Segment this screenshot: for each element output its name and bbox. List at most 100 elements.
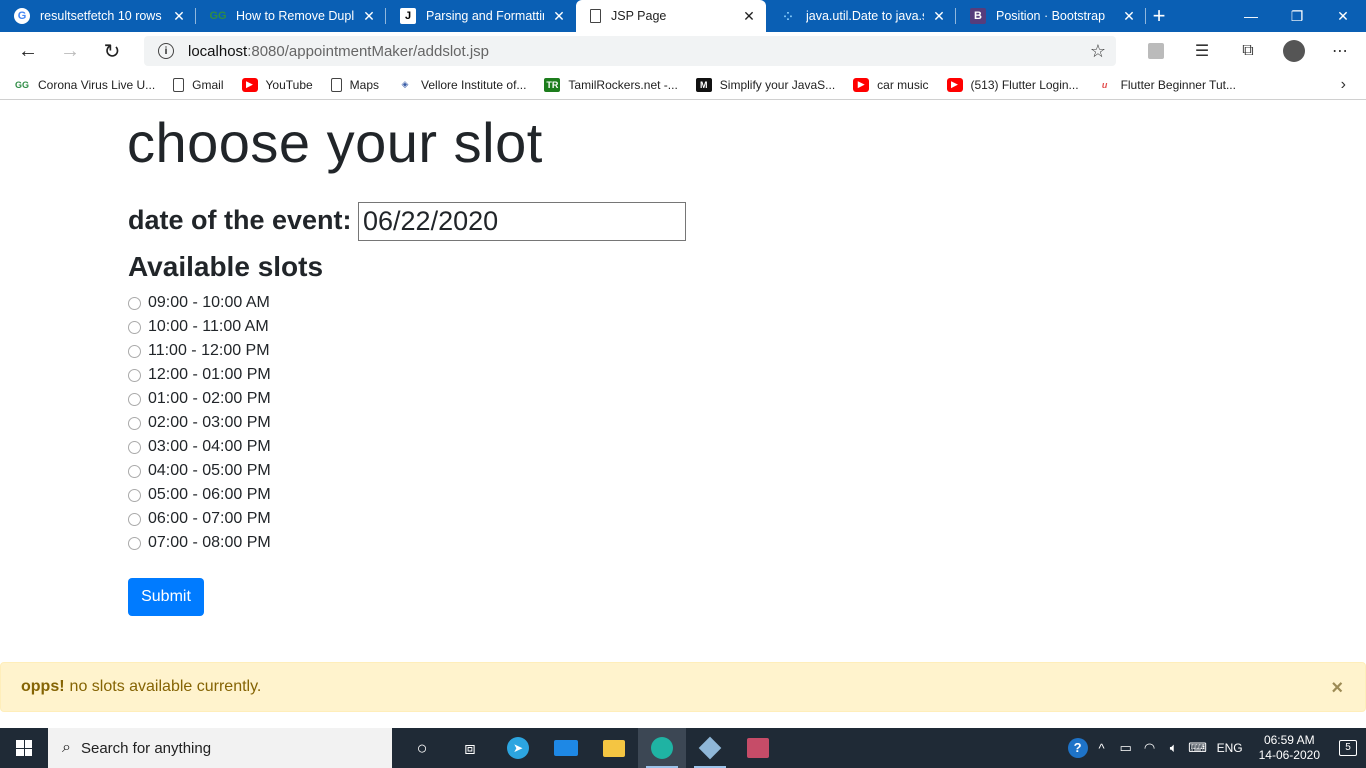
bookmark-car-music[interactable]: ▶ car music [853,77,929,92]
refresh-icon[interactable]: ↻ [91,34,133,68]
file-explorer-icon[interactable] [590,728,638,768]
radio-button[interactable] [128,344,141,358]
slot-option[interactable]: 11:00 - 12:00 PM [128,339,271,363]
help-icon[interactable]: ? [1067,738,1089,758]
slot-option[interactable]: 06:00 - 07:00 PM [128,507,271,531]
tab-title: JSP Page [611,9,667,23]
radio-button[interactable] [128,488,141,502]
j-icon: J [400,8,416,24]
info-icon[interactable]: i [158,43,174,59]
bookmark-medium[interactable]: M Simplify your JavaS... [695,77,835,92]
close-tab-icon[interactable]: ✕ [550,8,568,25]
taskbar-search[interactable]: ⌕ Search for anything [48,728,392,768]
close-tab-icon[interactable]: ✕ [1120,8,1138,25]
slot-label: 09:00 - 10:00 AM [148,294,270,311]
virtualbox-icon[interactable] [686,728,734,768]
slot-option[interactable]: 10:00 - 11:00 AM [128,315,271,339]
radio-button[interactable] [128,320,141,334]
radio-button[interactable] [128,512,141,526]
windows-start-icon[interactable] [0,728,48,768]
cortana-icon[interactable]: ○ [398,728,446,768]
slot-label: 04:00 - 05:00 PM [148,462,271,479]
bookmark-flutter-beginner[interactable]: u Flutter Beginner Tut... [1097,78,1236,92]
slot-option[interactable]: 01:00 - 02:00 PM [128,387,271,411]
radio-button[interactable] [128,464,141,478]
date-label: date of the event: [128,205,352,235]
vit-icon: ◈ [401,79,409,89]
collections-icon[interactable]: ⧉ [1232,38,1264,64]
page-icon [330,77,342,92]
radio-button[interactable] [128,296,141,310]
tab-jsp-page[interactable]: JSP Page ✕ [576,0,766,32]
radio-button[interactable] [128,368,141,382]
bookmark-label: (513) Flutter Login... [970,77,1079,92]
radio-button[interactable] [128,416,141,430]
favorite-star-icon[interactable]: ☆ [1090,41,1106,62]
bookmark-label: Corona Virus Live U... [38,77,156,92]
close-window-icon[interactable]: ✕ [1320,0,1366,32]
battery-icon[interactable]: ▭ [1115,740,1137,756]
radio-button[interactable] [128,536,141,550]
chevron-up-icon[interactable]: ^ [1091,741,1113,756]
extension-icon[interactable] [1140,38,1172,64]
udemy-icon: u [1101,79,1108,90]
date-field[interactable] [358,202,686,241]
tab-date-to-sql[interactable]: ⁘ java.util.Date to java.sql ✕ [766,0,956,32]
task-view-icon[interactable]: ⧈ [446,728,494,768]
slot-option[interactable]: 03:00 - 04:00 PM [128,435,271,459]
forward-icon[interactable]: → [49,34,91,68]
clock[interactable]: 06:59 AM 14-06-2020 [1259,733,1320,763]
bookmark-maps[interactable]: Maps [330,77,379,92]
back-icon[interactable]: ← [7,34,49,68]
minimize-icon[interactable]: — [1228,0,1274,32]
close-icon[interactable]: × [1331,677,1343,700]
slot-label: 02:00 - 03:00 PM [148,414,271,431]
bookmark-corona[interactable]: GG Corona Virus Live U... [14,78,155,92]
slot-option[interactable]: 02:00 - 03:00 PM [128,411,271,435]
bookmark-youtube[interactable]: ▶ YouTube [241,77,313,92]
bookmark-tamilrockers[interactable]: TR TamilRockers.net -... [544,77,678,92]
notifications-icon[interactable]: 5 [1330,728,1366,768]
close-tab-icon[interactable]: ✕ [360,8,378,25]
volume-icon[interactable]: 🔈︎ [1163,740,1185,756]
gfg-icon: GG [14,79,29,90]
new-tab-icon[interactable]: + [1146,3,1172,29]
close-tab-icon[interactable]: ✕ [740,8,758,25]
tab-resultsetfetch[interactable]: G resultsetfetch 10 rows - ✕ [0,0,196,32]
bookmark-flutter-login[interactable]: ▶ (513) Flutter Login... [946,77,1079,92]
slot-option[interactable]: 07:00 - 08:00 PM [128,531,271,555]
more-menu-icon[interactable]: ⋯ [1324,38,1356,64]
slot-option[interactable]: 09:00 - 10:00 AM [128,291,271,315]
access-icon[interactable] [734,728,782,768]
edge-icon[interactable] [638,728,686,768]
keyboard-icon[interactable]: ⌨ [1187,740,1209,756]
slot-option[interactable]: 04:00 - 05:00 PM [128,459,271,483]
address-row: ← → ↻ i localhost:8080/appointmentMaker/… [0,32,1366,70]
wifi-icon[interactable]: ◠ [1139,740,1161,756]
mail-icon[interactable] [542,728,590,768]
page-icon [173,77,185,92]
submit-button[interactable]: Submit [128,578,204,616]
radio-button[interactable] [128,392,141,406]
bookmark-vit[interactable]: ◈ Vellore Institute of... [397,78,527,92]
taskbar-apps: ○ ⧈ ➤ [398,728,782,768]
slot-option[interactable]: 12:00 - 01:00 PM [128,363,271,387]
profile-avatar[interactable] [1278,38,1310,64]
slot-list: 09:00 - 10:00 AM 10:00 - 11:00 AM 11:00 … [128,291,271,555]
search-placeholder: Search for anything [80,739,212,757]
restore-icon[interactable]: ❐ [1274,0,1320,32]
close-tab-icon[interactable]: ✕ [930,8,948,25]
close-tab-icon[interactable]: ✕ [170,8,188,25]
slot-option[interactable]: 05:00 - 06:00 PM [128,483,271,507]
tab-remove-duplicates[interactable]: GG How to Remove Duplic ✕ [196,0,386,32]
language-indicator[interactable]: ENG [1217,741,1243,755]
toolbar-icons: ☰ ⧉ ⋯ [1140,38,1356,64]
chevron-right-icon[interactable]: › [1341,76,1346,94]
tab-parsing-formatting[interactable]: J Parsing and Formatting ✕ [386,0,576,32]
bookmark-gmail[interactable]: Gmail [173,77,224,92]
radio-button[interactable] [128,440,141,454]
tab-bootstrap-position[interactable]: B Position · Bootstrap ✕ [956,0,1146,32]
address-bar[interactable]: i localhost:8080/appointmentMaker/addslo… [144,36,1116,66]
favorites-icon[interactable]: ☰ [1186,38,1218,64]
telegram-icon[interactable]: ➤ [494,728,542,768]
